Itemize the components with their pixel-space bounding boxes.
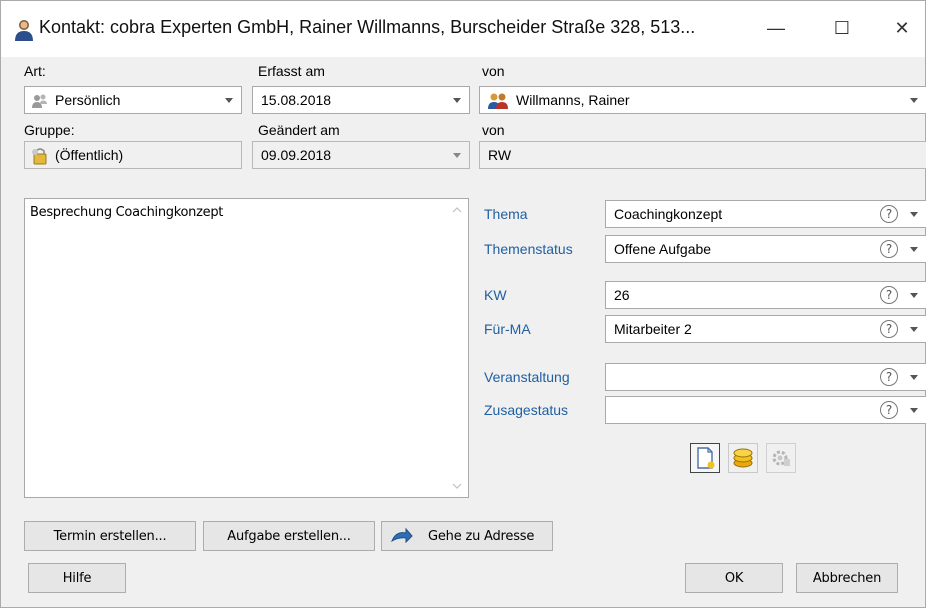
themenstatus-select[interactable]: Offene Aufgabe ? (605, 235, 926, 263)
abbrechen-label: Abbrechen (812, 570, 882, 586)
von-select[interactable]: Willmanns, Rainer (479, 86, 926, 114)
erfasst-date-field[interactable]: 15.08.2018 (252, 86, 470, 114)
close-button[interactable]: ✕ (879, 9, 925, 47)
help-icon[interactable]: ? (880, 240, 898, 258)
group-lock-icon (32, 148, 47, 165)
gear-disabled-icon (772, 450, 790, 466)
thema-value: Coachingkonzept (614, 206, 723, 222)
contact-person-icon (15, 20, 33, 41)
help-icon[interactable]: ? (880, 205, 898, 223)
coins-icon (733, 448, 753, 468)
chevron-down-icon (453, 98, 461, 103)
gruppe-label: Gruppe: (24, 122, 75, 138)
zusagestatus-label: Zusagestatus (484, 402, 569, 418)
termin-erstellen-label: Termin erstellen... (53, 528, 167, 544)
chevron-down-icon (910, 408, 918, 413)
von-field-2[interactable]: RW (479, 141, 926, 169)
art-label: Art: (24, 63, 46, 79)
minimize-icon: — (767, 17, 785, 38)
gehe-zu-adresse-button[interactable]: Gehe zu Adresse (381, 521, 553, 551)
chevron-down-icon (225, 98, 233, 103)
chevron-down-icon (453, 153, 461, 158)
veranstaltung-select[interactable]: ? (605, 363, 926, 391)
chevron-down-icon (910, 98, 918, 103)
users-icon (488, 93, 508, 109)
veranstaltung-label: Veranstaltung (484, 369, 570, 385)
erfasst-label: Erfasst am (258, 63, 325, 79)
gruppe-field[interactable]: (Öffentlich) (24, 141, 242, 169)
geaendert-value: 09.09.2018 (261, 147, 332, 163)
art-select[interactable]: Persönlich (24, 86, 242, 114)
ok-button[interactable]: OK (685, 563, 783, 593)
help-icon[interactable]: ? (880, 401, 898, 419)
gehe-zu-adresse-label: Gehe zu Adresse (428, 528, 535, 544)
memo-text: Besprechung Coachingkonzept (30, 205, 224, 220)
thema-label: Thema (484, 206, 528, 222)
gruppe-value: (Öffentlich) (55, 147, 124, 163)
address-arrow-icon (391, 527, 413, 544)
geaendert-date-field[interactable]: 09.09.2018 (252, 141, 470, 169)
title-bar: Kontakt: cobra Experten GmbH, Rainer Wil… (1, 1, 925, 57)
zusagestatus-select[interactable]: ? (605, 396, 926, 424)
kw-value: 26 (614, 287, 630, 303)
von-value-2: RW (488, 147, 512, 163)
ok-label: OK (724, 570, 744, 586)
hilfe-label: Hilfe (62, 570, 92, 586)
new-document-icon (697, 447, 715, 469)
kw-label: KW (484, 287, 507, 303)
chevron-down-icon (910, 212, 918, 217)
maximize-button[interactable]: ☐ (819, 9, 865, 47)
new-document-button[interactable] (690, 443, 720, 473)
scroll-down-icon[interactable] (452, 483, 462, 489)
von-label-1: von (482, 63, 505, 79)
thema-select[interactable]: Coachingkonzept ? (605, 200, 926, 228)
geaendert-label: Geändert am (258, 122, 340, 138)
scroll-up-icon[interactable] (452, 207, 462, 213)
chevron-down-icon (910, 293, 918, 298)
fuer-ma-value: Mitarbeiter 2 (614, 321, 692, 337)
help-icon[interactable]: ? (880, 368, 898, 386)
chevron-down-icon (910, 375, 918, 380)
aufgabe-erstellen-button[interactable]: Aufgabe erstellen... (203, 521, 375, 551)
memo-textarea[interactable]: Besprechung Coachingkonzept (24, 198, 469, 498)
fuer-ma-select[interactable]: Mitarbeiter 2 ? (605, 315, 926, 343)
hilfe-button[interactable]: Hilfe (28, 563, 126, 593)
termin-erstellen-button[interactable]: Termin erstellen... (24, 521, 196, 551)
kw-select[interactable]: 26 ? (605, 281, 926, 309)
abbrechen-button[interactable]: Abbrechen (796, 563, 898, 593)
help-icon[interactable]: ? (880, 320, 898, 338)
themenstatus-label: Themenstatus (484, 241, 573, 257)
von-value-1: Willmanns, Rainer (516, 92, 630, 108)
erfasst-value: 15.08.2018 (261, 92, 332, 108)
chevron-down-icon (910, 247, 918, 252)
persons-icon (32, 94, 47, 108)
fuer-ma-label: Für-MA (484, 321, 531, 337)
settings-button[interactable] (766, 443, 796, 473)
minimize-button[interactable]: — (753, 9, 799, 47)
memo-scrollbar[interactable] (446, 199, 468, 497)
window-title: Kontakt: cobra Experten GmbH, Rainer Wil… (39, 17, 696, 37)
themenstatus-value: Offene Aufgabe (614, 241, 712, 257)
art-value: Persönlich (55, 92, 121, 108)
close-icon: ✕ (894, 17, 910, 38)
maximize-icon: ☐ (833, 17, 851, 38)
coins-button[interactable] (728, 443, 758, 473)
contact-dialog: Kontakt: cobra Experten GmbH, Rainer Wil… (0, 0, 926, 608)
chevron-down-icon (910, 327, 918, 332)
help-icon[interactable]: ? (880, 286, 898, 304)
aufgabe-erstellen-label: Aufgabe erstellen... (227, 528, 351, 544)
von-label-2: von (482, 122, 505, 138)
